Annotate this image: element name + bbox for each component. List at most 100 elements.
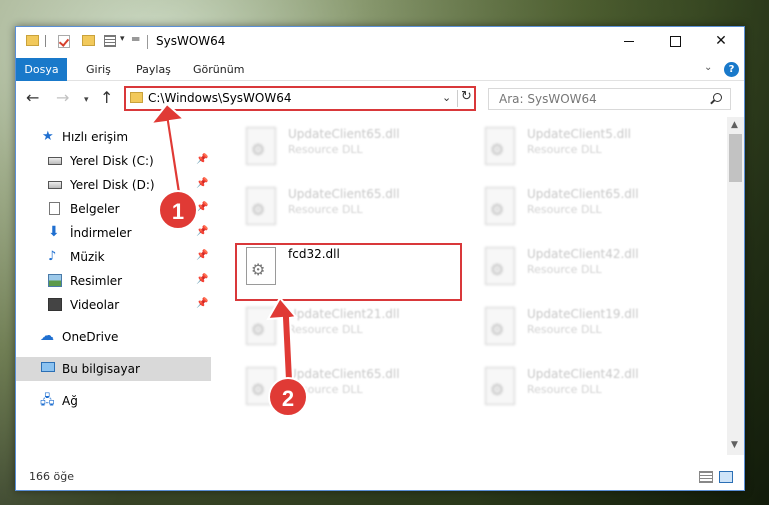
file-type: Resource DLL xyxy=(288,203,363,216)
sidebar-item-music[interactable]: ♪ Müzik 📌 xyxy=(16,245,211,269)
pin-icon[interactable]: 📌 xyxy=(196,226,208,237)
sidebar-item-this-pc[interactable]: Bu bilgisayar xyxy=(16,357,211,381)
sidebar-item-onedrive[interactable]: ☁ OneDrive xyxy=(16,325,211,349)
file-name: UpdateClient19.dll xyxy=(527,307,639,321)
sidebar-item-label: Belgeler xyxy=(70,202,120,216)
close-button[interactable]: ✕ xyxy=(698,27,744,56)
sidebar-item-label: Bu bilgisayar xyxy=(62,362,140,376)
sidebar-item-label: Ağ xyxy=(62,394,78,408)
dll-file-icon xyxy=(246,127,276,165)
address-bar[interactable]: C:\Windows\SysWOW64 ⌄ ↻ xyxy=(124,86,476,111)
disk-icon xyxy=(48,181,62,189)
large-icons-view-icon[interactable] xyxy=(719,471,733,483)
sidebar-item-pictures[interactable]: Resimler 📌 xyxy=(16,269,211,293)
sidebar-item-label: Yerel Disk (C:) xyxy=(70,154,154,168)
file-name: UpdateClient42.dll xyxy=(527,247,639,261)
dll-file-icon xyxy=(485,187,515,225)
tab-share[interactable]: Paylaş xyxy=(130,58,177,81)
navigation-bar: ← → ▾ ↑ C:\Windows\SysWOW64 ⌄ ↻ Ara: Sys… xyxy=(16,81,744,117)
tab-file[interactable]: Dosya xyxy=(16,58,67,81)
sidebar-item-label: Müzik xyxy=(70,250,105,264)
scroll-down-arrow-icon[interactable]: ▼ xyxy=(731,440,738,450)
address-path[interactable]: C:\Windows\SysWOW64 xyxy=(148,91,292,105)
pin-icon[interactable]: 📌 xyxy=(196,154,208,165)
pin-icon[interactable]: 📌 xyxy=(196,298,208,309)
refresh-icon[interactable]: ↻ xyxy=(461,89,472,104)
file-type: Resource DLL xyxy=(288,323,363,336)
recent-locations-chevron-icon[interactable]: ▾ xyxy=(84,92,89,108)
address-dropdown-chevron-icon[interactable]: ⌄ xyxy=(442,91,451,104)
title-bar: ▾ ═ SysWOW64 ✕ xyxy=(16,27,744,58)
file-type: Resource DLL xyxy=(527,203,602,216)
sidebar-item-quick-access[interactable]: ★ Hızlı erişim xyxy=(16,125,211,149)
new-folder-icon[interactable] xyxy=(82,35,95,46)
file-name: UpdateClient42.dll xyxy=(527,367,639,381)
star-icon: ★ xyxy=(42,129,54,144)
file-item[interactable]: UpdateClient65.dll Resource DLL xyxy=(236,181,461,236)
dll-file-icon xyxy=(485,307,515,345)
sidebar-item-label: İndirmeler xyxy=(70,226,132,240)
cloud-icon: ☁ xyxy=(40,328,54,344)
vertical-scrollbar[interactable]: ▲ ▼ xyxy=(727,117,744,455)
folder-icon xyxy=(130,92,143,103)
pin-icon[interactable]: 📌 xyxy=(196,274,208,285)
ribbon-tabs: Dosya Giriş Paylaş Görünüm ⌄ ? xyxy=(16,58,744,81)
videos-icon xyxy=(48,298,62,311)
expand-ribbon-chevron-icon[interactable]: ⌄ xyxy=(704,62,712,73)
search-box[interactable]: Ara: SysWOW64 xyxy=(488,88,731,110)
file-name: UpdateClient65.dll xyxy=(288,127,400,141)
pictures-icon xyxy=(48,274,62,287)
file-type: Resource DLL xyxy=(527,323,602,336)
divider xyxy=(147,35,148,49)
file-item[interactable]: UpdateClient19.dll Resource DLL xyxy=(475,301,700,356)
file-item[interactable]: UpdateClient65.dll Resource DLL xyxy=(475,181,700,236)
details-view-icon[interactable] xyxy=(699,471,713,483)
file-type: Resource DLL xyxy=(527,143,602,156)
pin-icon[interactable]: 📌 xyxy=(196,250,208,261)
divider xyxy=(457,90,458,107)
dll-file-icon xyxy=(246,307,276,345)
tab-home[interactable]: Giriş xyxy=(80,58,117,81)
customize-quick-access-icon[interactable]: ═ xyxy=(132,32,139,46)
maximize-button[interactable] xyxy=(652,27,698,56)
sidebar-item-network[interactable]: 🖧 Ağ xyxy=(16,389,211,413)
scroll-up-arrow-icon[interactable]: ▲ xyxy=(731,120,738,130)
file-item[interactable]: UpdateClient42.dll Resource DLL xyxy=(475,241,700,296)
step-2-badge: 2 xyxy=(268,377,308,417)
file-item[interactable]: UpdateClient5.dll Resource DLL xyxy=(475,121,700,176)
search-icon[interactable] xyxy=(713,93,722,102)
music-icon: ♪ xyxy=(48,249,57,264)
file-type: Resource DLL xyxy=(527,383,602,396)
search-input[interactable]: Ara: SysWOW64 xyxy=(499,92,597,106)
file-type: Resource DLL xyxy=(288,143,363,156)
help-icon[interactable]: ? xyxy=(724,62,739,77)
sidebar-item-videos[interactable]: Videolar 📌 xyxy=(16,293,211,317)
step-1-badge: 1 xyxy=(158,190,198,230)
scrollbar-thumb[interactable] xyxy=(729,134,742,182)
sidebar-item-label: Videolar xyxy=(70,298,120,312)
up-arrow-icon[interactable]: ↑ xyxy=(100,90,113,106)
documents-icon xyxy=(49,202,60,215)
sidebar-item-label: Hızlı erişim xyxy=(62,130,129,144)
file-name: UpdateClient5.dll xyxy=(527,127,631,141)
forward-arrow-icon[interactable]: → xyxy=(56,90,69,106)
item-count: 166 öğe xyxy=(29,470,74,483)
file-item[interactable]: UpdateClient42.dll Resource DLL xyxy=(475,361,700,416)
dll-file-icon xyxy=(485,367,515,405)
back-arrow-icon[interactable]: ← xyxy=(26,90,39,106)
properties-icon[interactable] xyxy=(104,35,116,47)
file-name: UpdateClient21.dll xyxy=(288,307,400,321)
file-item[interactable]: UpdateClient65.dll Resource DLL xyxy=(236,121,461,176)
tab-view[interactable]: Görünüm xyxy=(187,58,250,81)
network-icon: 🖧 xyxy=(40,393,55,408)
chevron-down-icon[interactable]: ▾ xyxy=(120,34,125,44)
properties-check-icon[interactable] xyxy=(58,35,70,48)
window-title: SysWOW64 xyxy=(156,34,226,48)
sidebar-item-local-disk-c[interactable]: Yerel Disk (C:) 📌 xyxy=(16,149,211,173)
dll-file-icon xyxy=(246,187,276,225)
navigation-pane: ★ Hızlı erişim Yerel Disk (C:) 📌 Yerel D… xyxy=(16,117,211,455)
pin-icon[interactable]: 📌 xyxy=(196,178,208,189)
divider xyxy=(45,35,46,47)
minimize-button[interactable] xyxy=(606,27,652,56)
file-item[interactable]: UpdateClient21.dll Resource DLL xyxy=(236,301,461,356)
